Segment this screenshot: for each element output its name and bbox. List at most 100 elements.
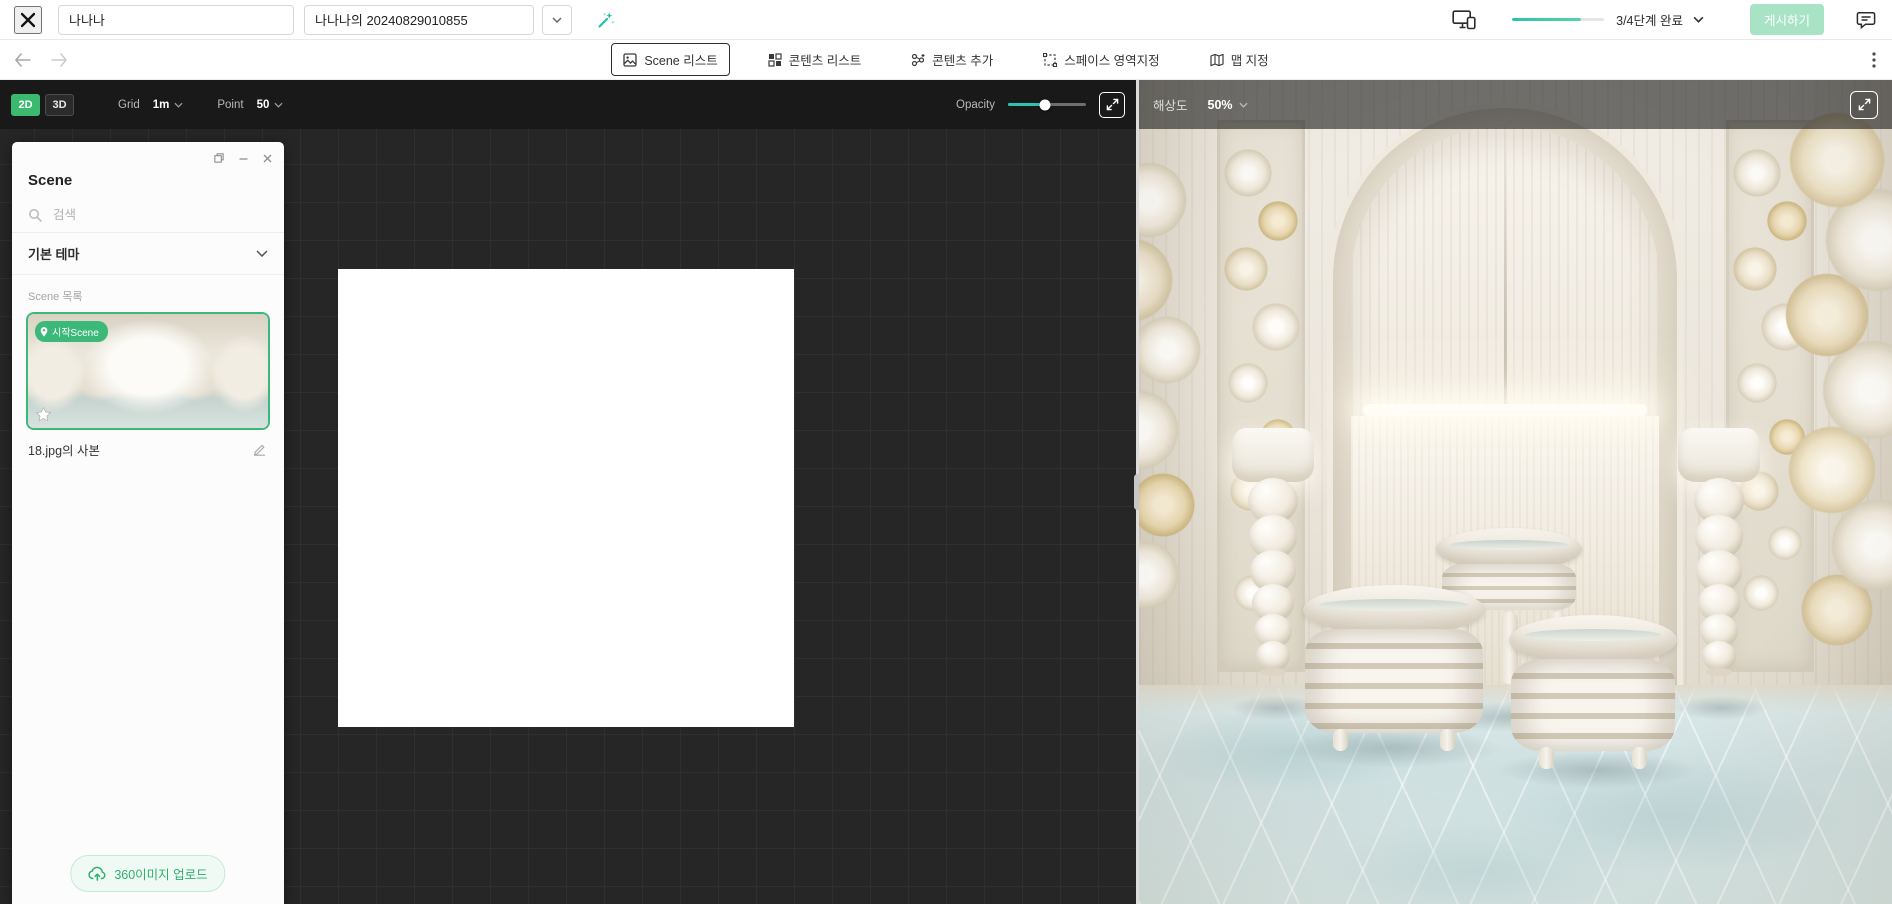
lamp-shade — [1678, 428, 1760, 482]
tab-scene-list[interactable]: Scene 리스트 — [611, 43, 729, 76]
steps-dropdown-button[interactable] — [1691, 14, 1706, 25]
floorplan-canvas[interactable] — [338, 269, 794, 727]
render-shadow — [1675, 696, 1767, 720]
mode-tabbar: Scene 리스트 콘텐츠 리스트 콘텐츠 추가 스페이스 영역지정 맵 지정 — [0, 40, 1892, 80]
tab-content-list[interactable]: 콘텐츠 리스트 — [756, 43, 873, 76]
point-size-dropdown[interactable]: 50 — [251, 98, 290, 112]
scene-search-row — [12, 199, 284, 233]
opacity-slider-thumb[interactable] — [1040, 99, 1051, 110]
stool-feet — [1303, 729, 1485, 751]
chevron-down-icon — [1239, 102, 1248, 108]
scene-card-selected[interactable]: 시작Scene — [26, 312, 270, 430]
image-icon — [623, 53, 637, 67]
editor-tabs: Scene 리스트 콘텐츠 리스트 콘텐츠 추가 스페이스 영역지정 맵 지정 — [611, 43, 1280, 76]
theme-label: 기본 테마 — [28, 244, 79, 263]
scene-name: 18.jpg의 사본 — [28, 440, 100, 459]
point-label: Point — [217, 99, 243, 111]
restore-window-icon — [213, 152, 225, 164]
top-header: 3/4단계 완료 게시하기 — [0, 0, 1892, 40]
render-light-strip — [1363, 404, 1647, 416]
preview-fullscreen-button[interactable] — [1850, 91, 1878, 119]
theme-selector[interactable]: 기본 테마 — [12, 233, 284, 275]
tab-label: 콘텐츠 추가 — [932, 50, 993, 69]
cloud-upload-icon — [88, 866, 106, 881]
stool-foot — [1632, 747, 1647, 769]
expand-icon — [1106, 98, 1119, 111]
tab-map-assign[interactable]: 맵 지정 — [1198, 43, 1281, 76]
start-scene-badge-label: 시작Scene — [52, 324, 99, 339]
point-size-group: Point 50 — [217, 98, 289, 112]
grid-size-dropdown[interactable]: 1m — [147, 98, 190, 112]
close-editor-button[interactable] — [14, 6, 42, 34]
upload-360-label: 360이미지 업로드 — [114, 864, 207, 883]
redo-button[interactable] — [48, 51, 70, 69]
steps-progress-fill — [1512, 18, 1581, 21]
render-arch-rod — [1504, 126, 1507, 408]
stool-ribs — [1511, 659, 1675, 751]
help-chat-button[interactable] — [1854, 8, 1878, 32]
area-select-icon — [1043, 53, 1057, 67]
node-add-icon — [911, 53, 925, 67]
chevron-down-icon — [256, 250, 268, 257]
chevron-down-icon — [174, 102, 183, 108]
device-preview-button[interactable] — [1450, 8, 1478, 32]
tab-space-area[interactable]: 스페이스 영역지정 — [1031, 43, 1171, 76]
scene-title-dropdown-button[interactable] — [542, 5, 572, 35]
start-scene-badge: 시작Scene — [35, 321, 108, 342]
fit-view-button[interactable] — [1099, 92, 1125, 118]
undo-button[interactable] — [12, 51, 34, 69]
chat-bubble-icon — [1856, 10, 1876, 30]
pin-icon — [40, 327, 48, 337]
magic-wand-icon — [596, 10, 616, 30]
opacity-slider[interactable] — [1008, 103, 1086, 106]
lamp-base — [1706, 668, 1732, 676]
tab-label: Scene 리스트 — [644, 50, 717, 69]
mode-2d-button[interactable]: 2D — [11, 94, 40, 116]
minimize-window-button[interactable] — [237, 152, 250, 165]
steps-progress-label: 3/4단계 완료 — [1616, 10, 1683, 29]
publish-button[interactable]: 게시하기 — [1750, 4, 1824, 35]
stool-foot — [1440, 729, 1455, 751]
magic-wand-button[interactable] — [594, 8, 618, 32]
map-icon — [1210, 53, 1224, 67]
lamp-base — [1260, 668, 1286, 676]
main-split: 2D 3D Grid 1m Point 50 — [0, 80, 1892, 904]
mode-3d-button[interactable]: 3D — [45, 94, 74, 116]
minimize-icon — [238, 153, 249, 164]
stool-feet — [1509, 747, 1677, 769]
steps-progress-bar — [1512, 18, 1604, 21]
tab-label: 콘텐츠 리스트 — [789, 50, 861, 69]
devices-icon — [1452, 10, 1476, 30]
resolution-dropdown[interactable]: 50% — [1202, 97, 1254, 113]
close-icon — [19, 11, 37, 29]
preview-3d-panel[interactable]: 해상도 50% — [1139, 80, 1892, 904]
rename-scene-button[interactable] — [251, 441, 268, 458]
editor-toolbar: 2D 3D Grid 1m Point 50 — [0, 80, 1136, 129]
upload-360-button[interactable]: 360이미지 업로드 — [70, 855, 225, 892]
scene-search-input[interactable] — [51, 207, 268, 223]
scene-title-input[interactable] — [304, 5, 534, 35]
more-options-button[interactable] — [1870, 50, 1878, 70]
stool-foot — [1333, 729, 1348, 751]
scene-panel-titlebar[interactable] — [12, 142, 284, 168]
history-arrows — [12, 51, 70, 69]
lamp-bubble — [1702, 641, 1736, 671]
list-icon — [768, 53, 782, 67]
expand-icon — [1858, 98, 1871, 111]
resolution-value: 50% — [1208, 98, 1233, 112]
restore-window-button[interactable] — [212, 151, 226, 165]
space-name-input[interactable] — [58, 5, 294, 35]
chevron-down-icon — [552, 17, 562, 23]
scene-panel-title: Scene — [12, 168, 284, 199]
arrow-right-icon — [50, 53, 68, 67]
tab-content-add[interactable]: 콘텐츠 추가 — [899, 43, 1005, 76]
editor-2d-panel: 2D 3D Grid 1m Point 50 — [0, 80, 1136, 904]
search-icon — [28, 208, 42, 222]
render-ribbed-stool — [1303, 585, 1485, 751]
tab-label: 스페이스 영역지정 — [1064, 50, 1159, 69]
arrow-left-icon — [14, 53, 32, 67]
grid-size-group: Grid 1m — [118, 98, 189, 112]
favorite-star-icon[interactable] — [36, 407, 51, 422]
scene-name-row: 18.jpg의 사본 — [12, 430, 284, 459]
close-window-button[interactable] — [261, 152, 274, 165]
